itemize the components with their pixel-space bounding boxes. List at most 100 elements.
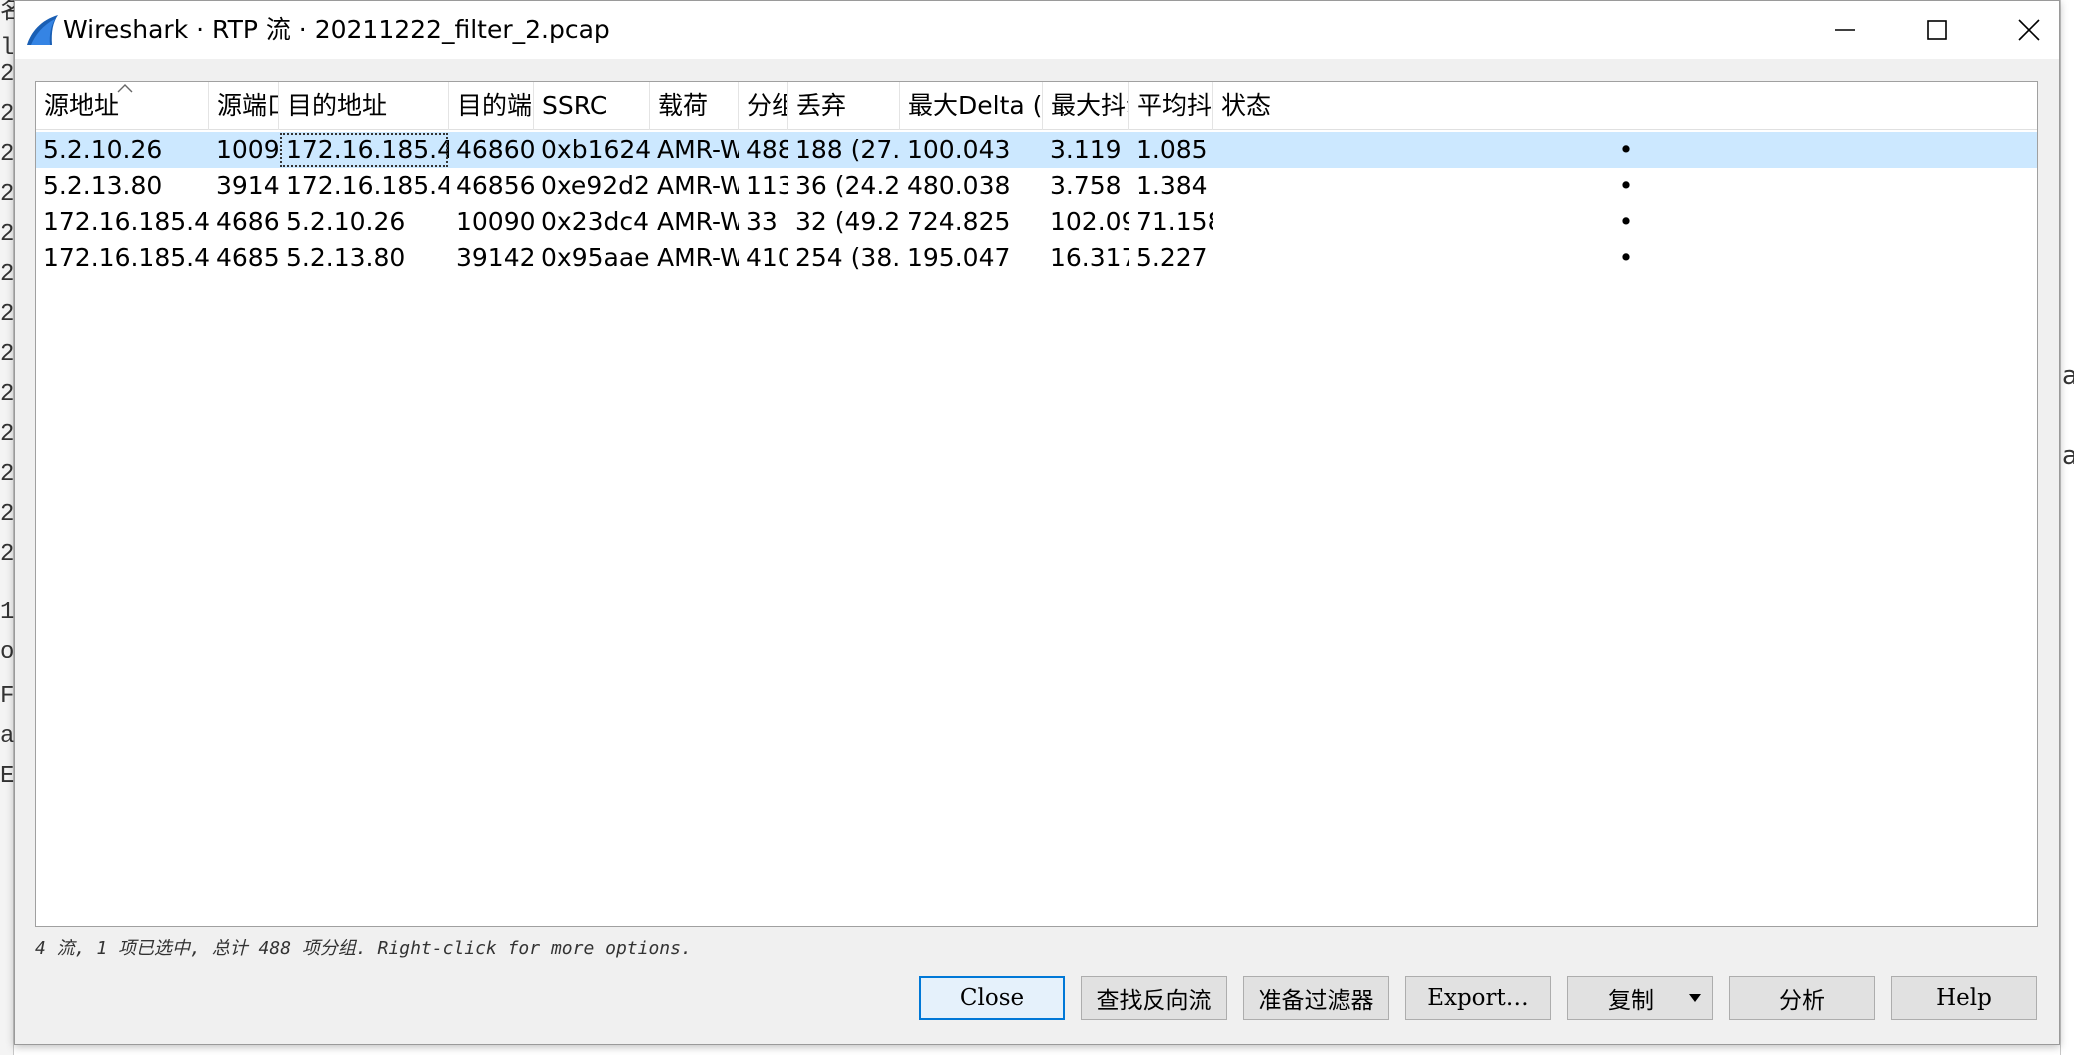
cell-max-jitter: 3.119 <box>1050 135 1122 164</box>
background-text: 1 <box>0 600 14 626</box>
background-text: ok <box>0 640 14 666</box>
column-header-lost[interactable]: 丢弃 <box>788 82 900 130</box>
dropdown-arrow-icon[interactable] <box>1688 993 1702 1003</box>
cell-status: • <box>1618 207 1634 236</box>
export-button-label: Export… <box>1427 985 1529 1011</box>
cell-ssrc: 0x95aae4c1 <box>541 243 650 272</box>
column-header-max-delta[interactable]: 最大Delta (ms) <box>900 82 1043 130</box>
help-button-label: Help <box>1936 985 1992 1011</box>
copy-button[interactable]: 复制 <box>1567 976 1713 1020</box>
cell-mean-jitter: 5.227 <box>1136 243 1208 272</box>
cell-payload: AMR-WB <box>657 243 739 272</box>
analyze-button-label: 分析 <box>1779 988 1825 1014</box>
background-text: F <box>0 684 14 710</box>
background-text: Er <box>0 764 14 790</box>
cell-dest-address: 5.2.13.80 <box>286 243 406 272</box>
table-row[interactable]: 172.16.185.45468605.2.10.26 100900x23dc4b… <box>36 204 2037 240</box>
background-text: 2 <box>0 462 14 488</box>
background-text: 2 <box>0 342 14 368</box>
find-reverse-button-label: 查找反向流 <box>1096 988 1212 1014</box>
cell-dest-port: 46860 <box>456 135 534 164</box>
background-text: 2 <box>0 502 14 528</box>
cell-source-port: 46856 <box>216 243 279 272</box>
column-header-source-port[interactable]: 源端口 <box>209 82 279 130</box>
window-title: Wireshark · RTP 流 · 20211222_filter_2.pc… <box>63 15 610 44</box>
cell-lost: 36 (24.2%) <box>795 171 900 200</box>
copy-button-label: 复制 <box>1608 988 1654 1014</box>
cell-max-delta: 724.825 <box>907 207 1011 236</box>
cell-mean-jitter: 71.158 <box>1136 207 1213 236</box>
wireshark-fin-icon <box>27 15 58 45</box>
cell-dest-port: 46856 <box>456 171 534 200</box>
minimize-button[interactable] <box>1799 1 1891 59</box>
cell-source-port: 39142 <box>216 171 279 200</box>
cell-max-jitter: 16.317 <box>1050 243 1129 272</box>
table-row[interactable]: 5.2.13.80 39142172.16.185.45468560xe92d24… <box>36 168 2037 204</box>
cell-dest-port: 10090 <box>456 207 534 236</box>
column-header-max-jitter[interactable]: 最大抖动 <box>1043 82 1129 130</box>
column-header-dest-port[interactable]: 目的端口 <box>449 82 534 130</box>
cell-max-delta: 480.038 <box>907 171 1011 200</box>
cell-source-address: 5.2.10.26 <box>43 135 163 164</box>
close-window-button[interactable] <box>1983 1 2074 59</box>
column-header-status[interactable]: 状态 <box>1213 82 2037 130</box>
export-button[interactable]: Export… <box>1405 976 1551 1020</box>
column-header-mean-jitter[interactable]: 平均抖动 <box>1129 82 1213 130</box>
cell-dest-port: 39142 <box>456 243 534 272</box>
column-header-dest-address[interactable]: 目的地址 <box>279 82 449 130</box>
maximize-button[interactable] <box>1891 1 1983 59</box>
cell-packets: 488 <box>746 135 788 164</box>
background-text: 2 <box>0 262 14 288</box>
background-text: 2 <box>0 182 14 208</box>
status-text: 4 流, 1 项已选中, 总计 488 项分组. Right-click for… <box>35 938 692 959</box>
minimize-icon <box>1835 29 1855 31</box>
column-header-ssrc[interactable]: SSRC <box>534 82 650 130</box>
background-text: 2 <box>0 542 14 568</box>
cell-packets: 410 <box>746 243 788 272</box>
close-button[interactable]: Close <box>919 976 1065 1020</box>
cell-ssrc: 0xb16243af <box>541 135 650 164</box>
table-row[interactable]: 5.2.10.26 10090172.16.185.45468600xb16243… <box>36 132 2037 168</box>
cell-max-delta: 195.047 <box>907 243 1011 272</box>
prepare-filter-button[interactable]: 准备过滤器 <box>1243 976 1389 1020</box>
find-reverse-button[interactable]: 查找反向流 <box>1081 976 1227 1020</box>
cell-lost: 188 (27.8%) <box>795 135 900 164</box>
table-header: 源地址源端口目的地址目的端口SSRC载荷分组丢弃最大Delta (ms)最大抖动… <box>36 82 2037 130</box>
title-bar[interactable]: Wireshark · RTP 流 · 20211222_filter_2.pc… <box>15 1 2059 59</box>
cell-max-jitter: 3.758 <box>1050 171 1122 200</box>
cell-source-address: 172.16.185.45 <box>43 207 209 236</box>
cell-payload: AMR-WB <box>657 171 739 200</box>
close-button-label: Close <box>959 985 1025 1011</box>
cell-max-jitter: 102.092 <box>1050 207 1129 236</box>
cell-dest-address: 172.16.185.45 <box>286 171 449 200</box>
close-icon <box>2018 19 2040 41</box>
analyze-button[interactable]: 分析 <box>1729 976 1875 1020</box>
cell-source-address: 172.16.185.45 <box>43 243 209 272</box>
background-text: a <box>2062 442 2074 470</box>
background-text: 2 <box>0 222 14 248</box>
table-row[interactable]: 172.16.185.45468565.2.13.80 391420x95aae4… <box>36 240 2037 276</box>
cell-source-port: 46860 <box>216 207 279 236</box>
sort-ascending-icon <box>117 84 133 93</box>
background-text: ag <box>0 724 14 750</box>
cell-packets: 33 <box>746 207 778 236</box>
background-text: 名 <box>0 0 14 26</box>
cell-lost: 254 (38.3%) <box>795 243 900 272</box>
help-button[interactable]: Help <box>1891 976 2037 1020</box>
column-header-packets[interactable]: 分组 <box>739 82 788 130</box>
cell-payload: AMR-WB <box>657 207 739 236</box>
background-text: le <box>0 36 14 62</box>
cell-dest-address: 5.2.10.26 <box>286 207 406 236</box>
background-right-strip <box>2060 0 2074 1055</box>
cell-payload: AMR-WB <box>657 135 739 164</box>
column-header-payload[interactable]: 载荷 <box>650 82 739 130</box>
prepare-filter-button-label: 准备过滤器 <box>1258 988 1374 1014</box>
cell-source-port: 10090 <box>216 135 279 164</box>
rtp-streams-table[interactable]: 源地址源端口目的地址目的端口SSRC载荷分组丢弃最大Delta (ms)最大抖动… <box>35 81 2038 927</box>
maximize-icon <box>1927 20 1947 40</box>
rtp-streams-dialog: Wireshark · RTP 流 · 20211222_filter_2.pc… <box>14 0 2060 1045</box>
background-text: 2 <box>0 142 14 168</box>
cell-packets: 113 <box>746 171 788 200</box>
cell-status: • <box>1618 135 1634 164</box>
cell-status: • <box>1618 171 1634 200</box>
